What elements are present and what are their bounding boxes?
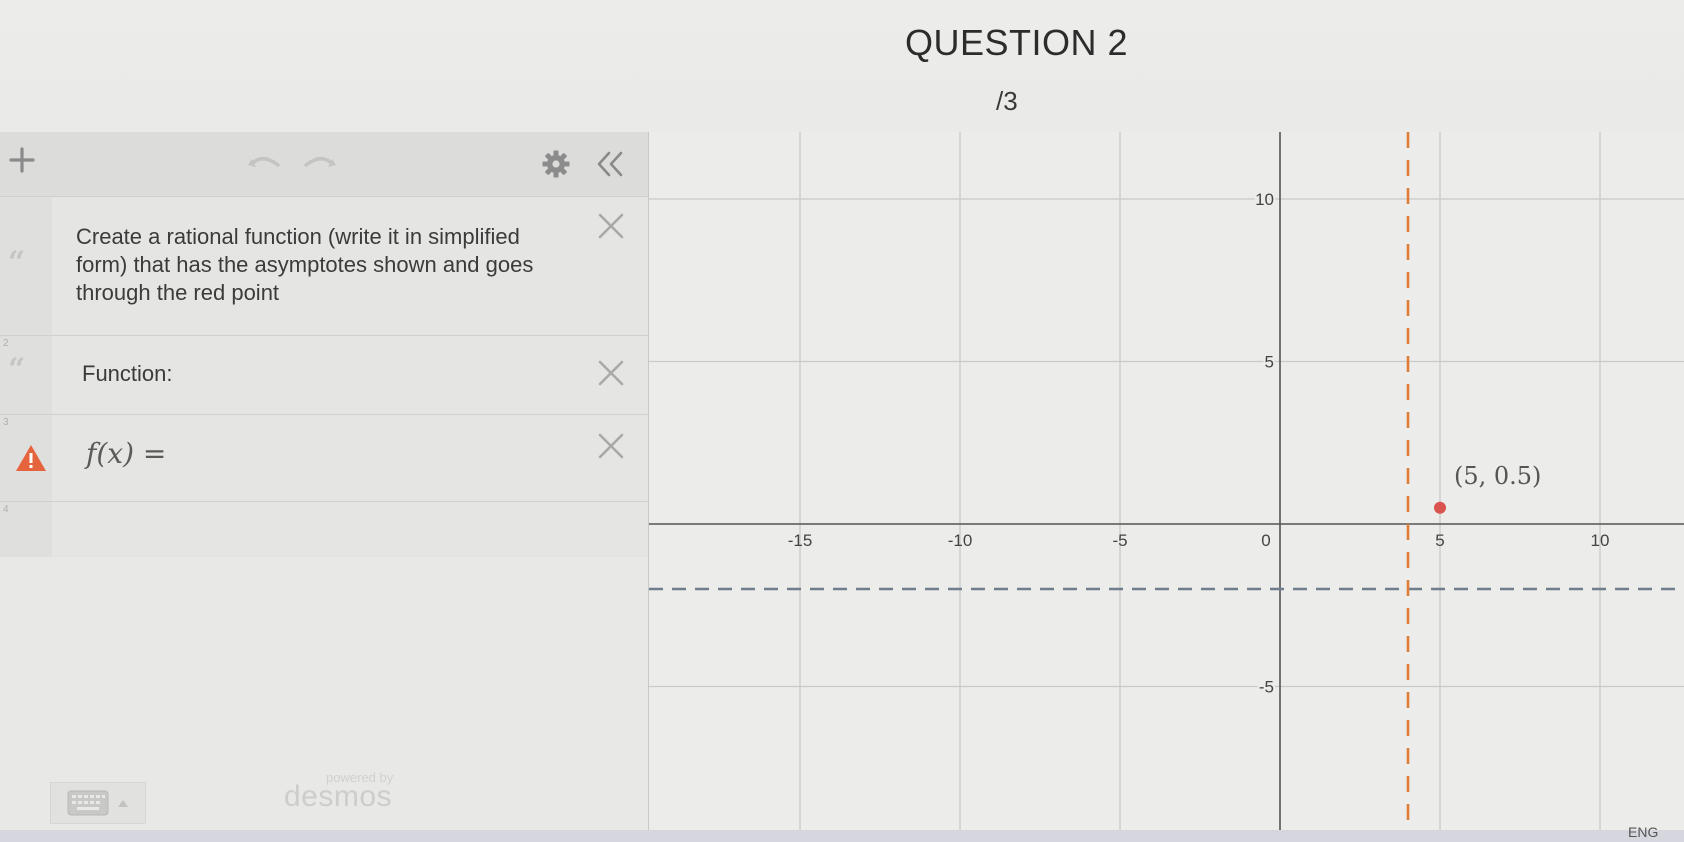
expression-row-3[interactable]: 3 f(x) = [0, 415, 648, 502]
expression-toolbar [0, 132, 648, 197]
question-points: /3 [996, 86, 1018, 116]
row-index: 2 [3, 338, 9, 349]
collapse-panel-button[interactable] [590, 146, 630, 182]
double-chevron-left-icon [597, 151, 623, 177]
redo-icon [304, 157, 336, 167]
expression-row-note-2[interactable]: 2 “ Function: [0, 336, 648, 415]
y-tick-label: 5 [1265, 353, 1274, 372]
row-gutter: “ [0, 197, 52, 335]
x-tick-label: 5 [1435, 531, 1444, 550]
x-tick-label: -5 [1112, 531, 1127, 550]
question-title: QUESTION 2 [905, 22, 1129, 63]
y-tick-label: -5 [1259, 678, 1274, 697]
expression-row-note-1[interactable]: “ Create a rational function (write it i… [0, 197, 648, 336]
note-text[interactable]: Function: [82, 360, 173, 388]
graph-paper[interactable]: -15 -10 -5 0 5 10 10 5 -5 (5, 0.5) [649, 132, 1684, 832]
undo-button[interactable] [244, 148, 284, 178]
desmos-calculator: “ Create a rational function (write it i… [0, 120, 1684, 832]
expression-row-empty[interactable]: 4 [0, 502, 648, 832]
close-icon [598, 433, 624, 459]
close-icon [598, 213, 624, 239]
add-expression-button[interactable] [4, 142, 40, 178]
taskbar [0, 830, 1684, 842]
caret-up-icon [118, 800, 128, 807]
keypad-toggle-button[interactable] [50, 782, 146, 824]
note-text-line: Create a rational function (write it in … [76, 224, 520, 249]
note-text-line: form) that has the asymptotes shown and … [76, 252, 534, 277]
x-tick-label: -15 [788, 531, 813, 550]
keyboard-icon [67, 790, 109, 816]
delete-expression-button[interactable] [594, 209, 628, 243]
note-quote-icon: “ [8, 352, 26, 387]
screen: QUESTION 2 /3 “ Create a rational functi… [0, 0, 1684, 842]
warning-icon[interactable] [14, 443, 48, 473]
row-index: 3 [3, 417, 9, 428]
desmos-logo: desmos [284, 780, 393, 813]
note-text-line: through the red point [76, 280, 280, 305]
expression-list: “ Create a rational function (write it i… [0, 197, 648, 832]
row-gutter: 2 “ [0, 336, 52, 414]
row-index: 4 [3, 504, 9, 515]
expression-input[interactable]: f(x) = [86, 437, 526, 477]
settings-button[interactable] [538, 146, 574, 182]
note-text[interactable]: Create a rational function (write it in … [76, 223, 533, 307]
point-label: (5, 0.5) [1454, 462, 1541, 490]
x-tick-label: -10 [948, 531, 973, 550]
y-tick-label: 10 [1255, 190, 1274, 209]
undo-icon [248, 157, 280, 167]
close-icon [598, 360, 624, 386]
language-indicator[interactable]: ENG [1628, 824, 1658, 840]
x-tick-label: 0 [1261, 531, 1270, 550]
x-tick-label: 10 [1591, 531, 1610, 550]
delete-expression-button[interactable] [594, 429, 628, 463]
redo-button[interactable] [300, 148, 340, 178]
plus-icon [9, 147, 35, 173]
note-quote-icon: “ [8, 245, 26, 280]
graph-svg: -15 -10 -5 0 5 10 10 5 -5 (5, 0.5) [649, 132, 1684, 832]
expression-panel: “ Create a rational function (write it i… [0, 132, 649, 832]
highlighted-point [1434, 501, 1446, 514]
gear-icon [542, 150, 570, 178]
delete-expression-button[interactable] [594, 356, 628, 390]
